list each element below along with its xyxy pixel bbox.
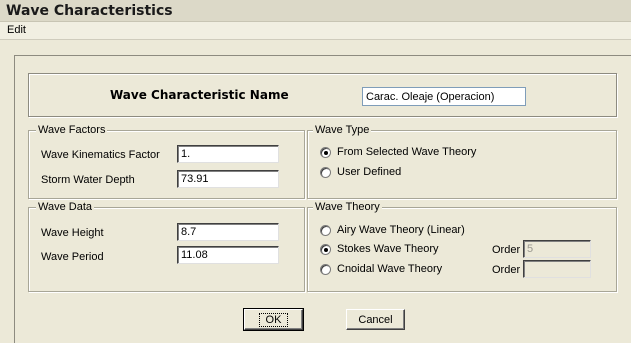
radio-selected-icon[interactable]	[320, 243, 331, 255]
title-bar: Wave Characteristics	[0, 0, 631, 22]
wave-theory-option-label: Stokes Wave Theory	[337, 243, 439, 255]
menu-edit[interactable]: Edit	[7, 24, 26, 36]
cnoidal-order-input[interactable]	[523, 260, 591, 278]
radio-selected-icon[interactable]	[320, 146, 331, 158]
stokes-order-input[interactable]	[523, 240, 591, 258]
wave-kinematics-factor-label: Wave Kinematics Factor	[41, 149, 160, 161]
wave-factors-group	[28, 130, 305, 199]
wave-characteristic-name-label: Wave Characteristic Name	[110, 88, 289, 102]
ok-button-label: OK	[258, 312, 289, 327]
cancel-button-label: Cancel	[358, 313, 393, 326]
cancel-button[interactable]: Cancel	[346, 309, 405, 330]
cnoidal-order-label: Order	[492, 264, 521, 276]
wave-characteristics-window: Wave Characteristics Edit Wave Character…	[0, 0, 631, 343]
wave-type-selected-theory-option[interactable]: From Selected Wave Theory	[320, 146, 476, 158]
cnoidal-wave-theory-option[interactable]: Cnoidal Wave Theory	[320, 263, 442, 275]
storm-water-depth-input[interactable]	[177, 170, 279, 188]
airy-wave-theory-option[interactable]: Airy Wave Theory (Linear)	[320, 224, 465, 236]
wave-kinematics-factor-input[interactable]	[177, 145, 279, 163]
stokes-order-label: Order	[492, 244, 521, 256]
wave-theory-title: Wave Theory	[313, 201, 382, 213]
wave-height-input[interactable]	[177, 223, 279, 241]
wave-data-title: Wave Data	[36, 201, 95, 213]
wave-type-option-label: User Defined	[337, 166, 402, 178]
wave-theory-option-label: Airy Wave Theory (Linear)	[337, 224, 465, 236]
wave-height-label: Wave Height	[41, 227, 104, 239]
wave-type-group	[307, 130, 617, 199]
wave-type-title: Wave Type	[313, 124, 372, 136]
wave-type-user-defined-option[interactable]: User Defined	[320, 166, 401, 178]
wave-characteristic-name-input[interactable]	[362, 87, 526, 106]
menu-bar: Edit	[0, 22, 631, 40]
window-title: Wave Characteristics	[6, 3, 173, 19]
wave-type-option-label: From Selected Wave Theory	[337, 146, 477, 158]
storm-water-depth-label: Storm Water Depth	[41, 174, 135, 186]
radio-unselected-icon[interactable]	[320, 224, 331, 236]
radio-unselected-icon[interactable]	[320, 166, 331, 178]
radio-unselected-icon[interactable]	[320, 263, 331, 275]
wave-factors-title: Wave Factors	[36, 124, 108, 136]
ok-button[interactable]: OK	[243, 308, 304, 331]
wave-period-input[interactable]	[177, 246, 279, 264]
stokes-wave-theory-option[interactable]: Stokes Wave Theory	[320, 243, 439, 255]
wave-theory-option-label: Cnoidal Wave Theory	[337, 263, 443, 275]
wave-period-label: Wave Period	[41, 251, 104, 263]
